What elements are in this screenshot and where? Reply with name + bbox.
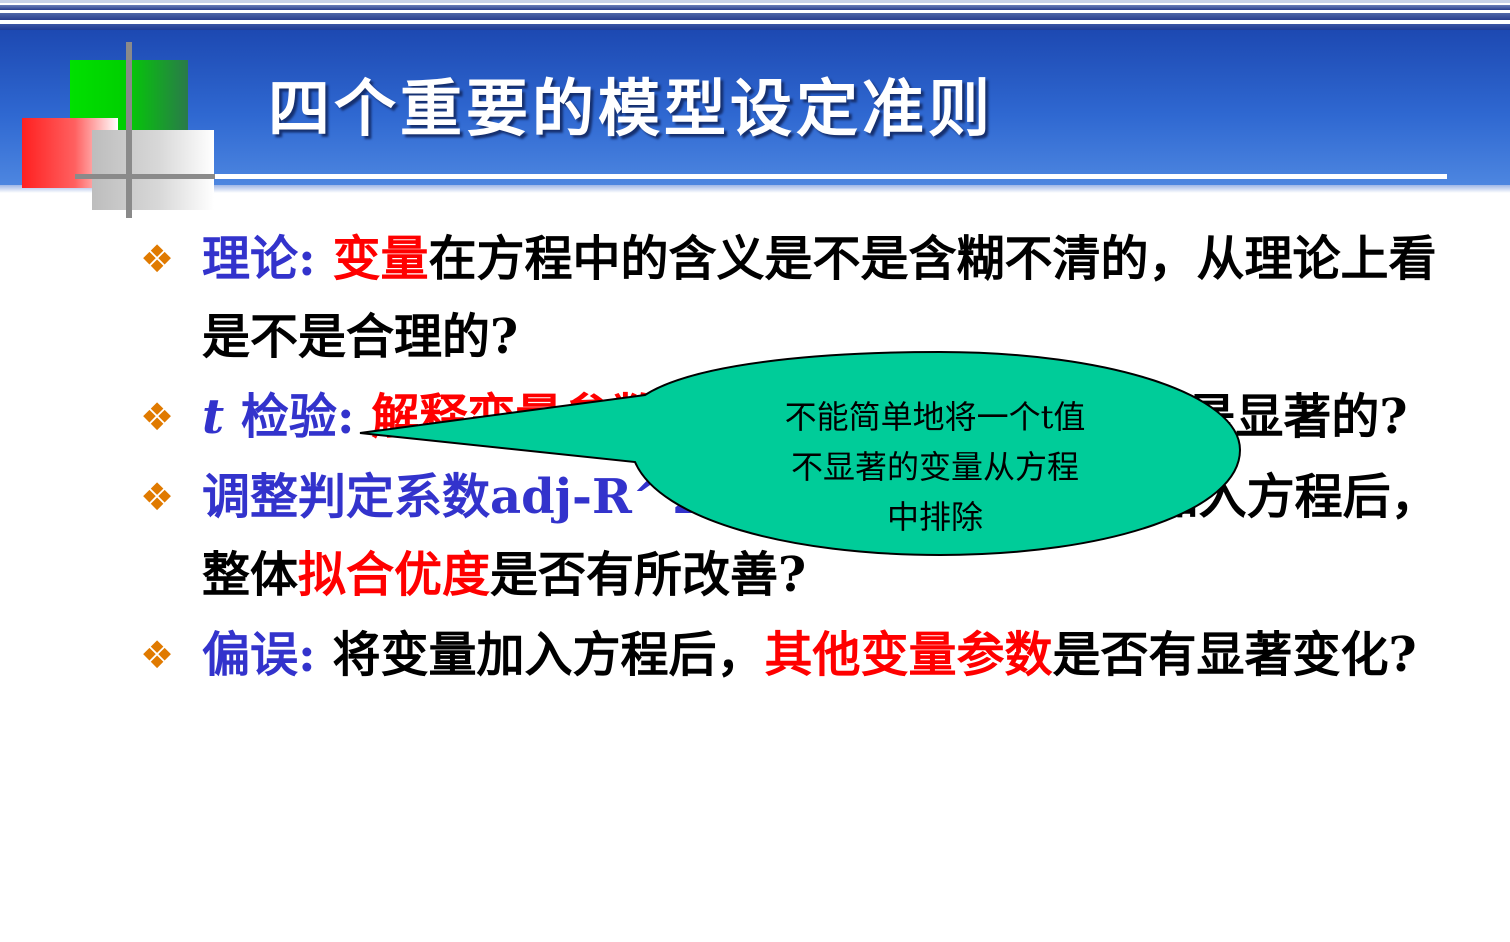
- callout-line: 不显著的变量从方程: [790, 448, 1079, 486]
- title-bar-fade: [0, 185, 1510, 193]
- bullet-theory: ❖ 理论: 变量在方程中的含义是不是含糊不清的，从理论上看是不是合理的?: [140, 220, 1470, 376]
- bullet-text: 解释变量参数: [371, 389, 660, 445]
- top-decorative-band: [0, 0, 1510, 30]
- diamond-bullet-icon: ❖: [140, 633, 175, 677]
- callout-text: 不能简单地将一个t值 不显著的变量从方程 中排除: [700, 392, 1170, 542]
- slide-title: 四个重要的模型设定准则: [268, 72, 995, 145]
- bullet-text: 变量: [332, 231, 429, 287]
- diamond-bullet-icon: ❖: [140, 475, 175, 519]
- title-underline: [75, 174, 1447, 179]
- callout-line: 不能简单地将一个t值: [784, 398, 1086, 436]
- bullet-label-italic: t: [202, 389, 225, 445]
- bullet-text: 是否有显著变化?: [1052, 627, 1417, 683]
- bullet-text: 是否有所改善?: [490, 547, 807, 603]
- gray-decor-square: [92, 130, 214, 210]
- bullet-label: 偏误:: [202, 627, 316, 683]
- bullet-label: 检验:: [240, 389, 355, 445]
- decor-vertical-bar: [126, 42, 132, 218]
- diamond-bullet-icon: ❖: [140, 395, 175, 439]
- bullet-label: 理论:: [202, 231, 316, 287]
- callout-line: 中排除: [886, 498, 983, 536]
- bullet-text: 其他变量参数: [764, 627, 1053, 683]
- bullet-bias: ❖ 偏误: 将变量加入方程后，其他变量参数是否有显著变化?: [140, 616, 1470, 694]
- bullet-text: 拟合优度: [298, 547, 491, 603]
- decor-crossbar: [75, 174, 215, 179]
- diamond-bullet-icon: ❖: [140, 237, 175, 281]
- bullet-text: 将变量加入方程后，: [332, 627, 765, 683]
